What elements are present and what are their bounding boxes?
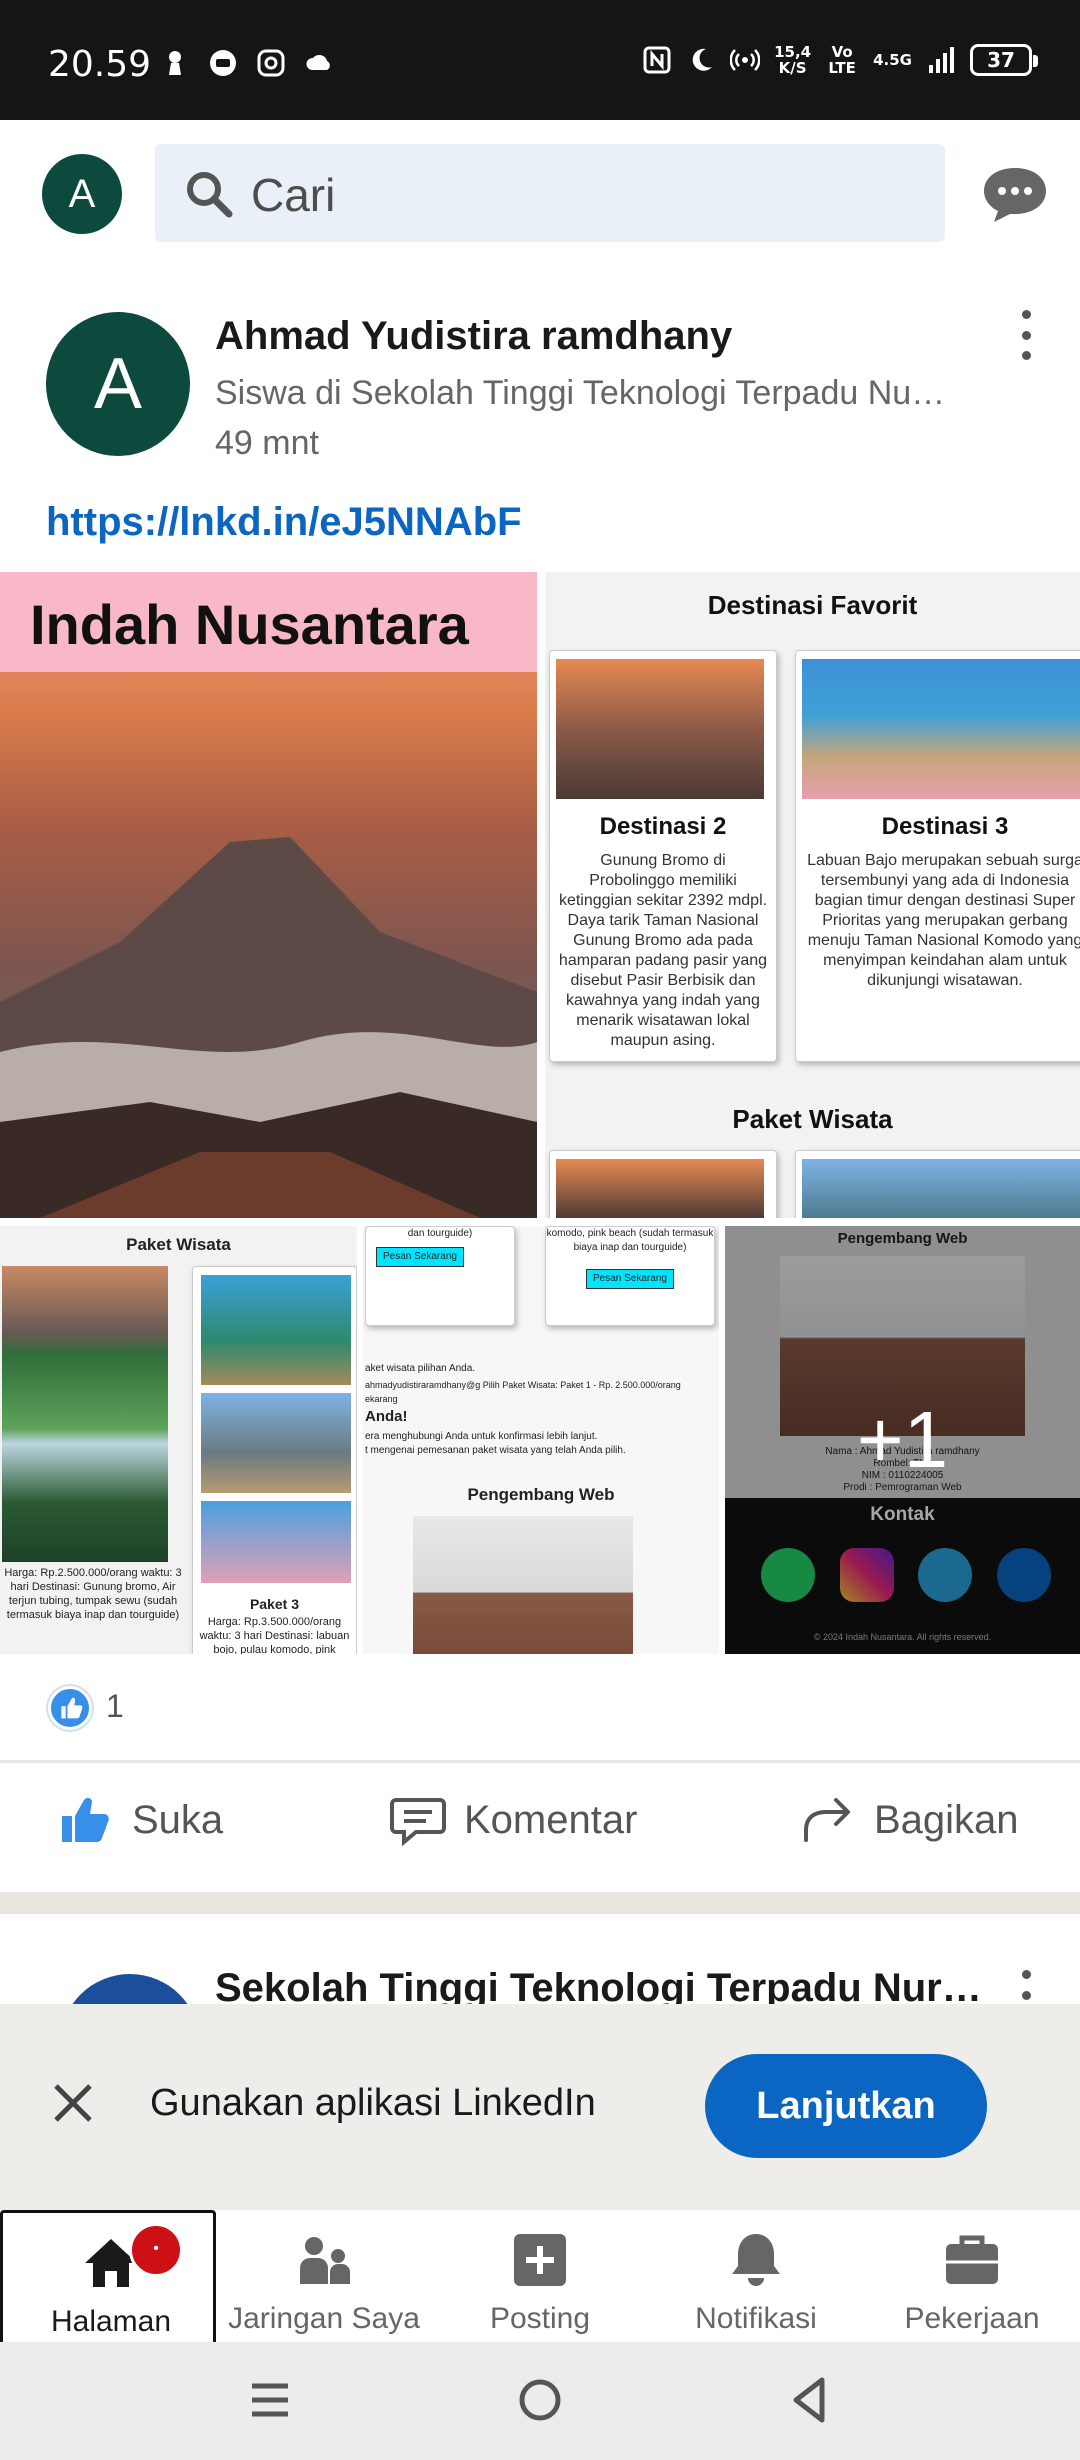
more-images-overlay[interactable]: +1 xyxy=(725,1226,1080,1654)
next-post-preview[interactable]: Sekolah Tinggi Teknologi Terpadu Nur… xyxy=(0,1914,1080,2004)
close-icon[interactable] xyxy=(50,2080,96,2126)
open-in-app-banner: Gunakan aplikasi LinkedIn Lanjutkan xyxy=(0,2004,1080,2210)
post-image-5[interactable]: Pengembang Web Nama : Ahmad Yudistira ra… xyxy=(725,1226,1080,1654)
recent-apps-icon[interactable] xyxy=(240,2370,300,2430)
image-heading: Destinasi Favorit xyxy=(707,590,918,620)
home-button-icon[interactable] xyxy=(510,2370,570,2430)
like-reaction-icon xyxy=(48,1686,92,1730)
author-avatar[interactable]: A xyxy=(46,312,190,456)
thumbs-up-icon xyxy=(62,1797,109,1842)
image-subheading: Paket Wisata xyxy=(732,1104,893,1134)
signal-icon xyxy=(929,47,954,73)
message-app-icon xyxy=(210,50,236,76)
next-post-title: Sekolah Tinggi Teknologi Terpadu Nur… xyxy=(215,1966,982,2004)
reactions-bar[interactable]: 1 xyxy=(0,1666,1080,1760)
post-time: 49 mnt xyxy=(215,424,319,462)
status-time: 20.59 xyxy=(48,44,152,85)
post-image-3[interactable]: Paket Wisata Paket 3 Harga: Rp.3.500.000… xyxy=(0,1226,357,1654)
battery-indicator: 37 xyxy=(970,44,1038,76)
like-button[interactable]: Suka xyxy=(56,1790,223,1850)
search-icon xyxy=(187,172,233,218)
post-link[interactable]: https://lnkd.in/eJ5NNAbF xyxy=(46,500,522,545)
organization-logo xyxy=(60,1974,200,2004)
share-button[interactable]: Bagikan xyxy=(798,1790,1019,1850)
feed-separator xyxy=(0,1892,1080,1914)
nav-network[interactable]: Jaringan Saya xyxy=(216,2210,432,2342)
net-speed: 15,4 K/S xyxy=(774,43,812,77)
status-bar: 20.59 15,4 K/S Vo LTE 4.5G 37 xyxy=(0,0,1080,120)
briefcase-icon xyxy=(946,2235,998,2284)
more-options-icon[interactable] xyxy=(1020,310,1032,360)
more-options-icon[interactable] xyxy=(1020,1970,1032,2004)
divider xyxy=(0,1760,1080,1763)
notification-badge: • xyxy=(129,2223,183,2277)
nfc-icon xyxy=(643,46,671,74)
network-icon xyxy=(300,2237,350,2284)
messaging-icon[interactable] xyxy=(980,164,1050,226)
author-name[interactable]: Ahmad Yudistira ramdhany xyxy=(215,314,732,359)
nav-notifications[interactable]: Notifikasi xyxy=(648,2210,864,2342)
post-image-grid: Indah Nusantara Destinasi Favorit Destin… xyxy=(0,572,1080,1654)
search-input[interactable]: Cari xyxy=(155,144,945,242)
destination-card: Destinasi 3 Labuan Bajo merupakan sebuah… xyxy=(795,650,1080,1062)
post-image-4[interactable]: dan tourguide) Pesan Sekarang komodo, pi… xyxy=(363,1226,719,1654)
share-icon xyxy=(804,1798,850,1842)
chess-pawn-icon xyxy=(169,51,181,75)
hotspot-icon xyxy=(730,49,761,71)
post-image-1[interactable]: Indah Nusantara xyxy=(0,572,537,1218)
instagram-icon xyxy=(257,49,285,77)
post-image-2[interactable]: Destinasi Favorit Destinasi 2 Gunung Bro… xyxy=(545,572,1080,1218)
continue-button[interactable]: Lanjutkan xyxy=(705,2054,987,2158)
network-type: 4.5G xyxy=(873,51,912,69)
search-placeholder: Cari xyxy=(251,169,336,221)
cloud-icon xyxy=(306,54,330,70)
nav-jobs[interactable]: Pekerjaan xyxy=(864,2210,1080,2342)
destination-card: Destinasi 2 Gunung Bromo di Probolinggo … xyxy=(549,650,777,1062)
back-icon[interactable] xyxy=(780,2370,840,2430)
top-bar: A Cari xyxy=(0,120,1080,270)
author-headline: Siswa di Sekolah Tinggi Teknologi Terpad… xyxy=(215,374,946,412)
nav-post[interactable]: Posting xyxy=(432,2210,648,2342)
post-actions: Suka Komentar Bagikan xyxy=(0,1764,1080,1892)
bell-icon xyxy=(732,2234,780,2286)
image-title: Indah Nusantara xyxy=(30,593,469,656)
post-icon xyxy=(514,2234,566,2286)
banner-text: Gunakan aplikasi LinkedIn xyxy=(150,2082,596,2124)
like-count: 1 xyxy=(106,1688,124,1724)
user-avatar[interactable]: A xyxy=(42,154,122,234)
comment-button[interactable]: Komentar xyxy=(388,1790,637,1850)
mountain-illustration xyxy=(0,837,537,1218)
volte-label: Vo LTE xyxy=(828,43,856,77)
comment-icon xyxy=(390,1798,446,1847)
nav-home[interactable]: • Halaman xyxy=(0,2210,216,2342)
bottom-navigation: • Halaman Jaringan Saya Posting Notifika… xyxy=(0,2210,1080,2342)
moon-icon xyxy=(692,48,713,71)
post-header: A Ahmad Yudistira ramdhany Siswa di Seko… xyxy=(0,290,1080,480)
system-navigation-bar xyxy=(0,2342,1080,2460)
